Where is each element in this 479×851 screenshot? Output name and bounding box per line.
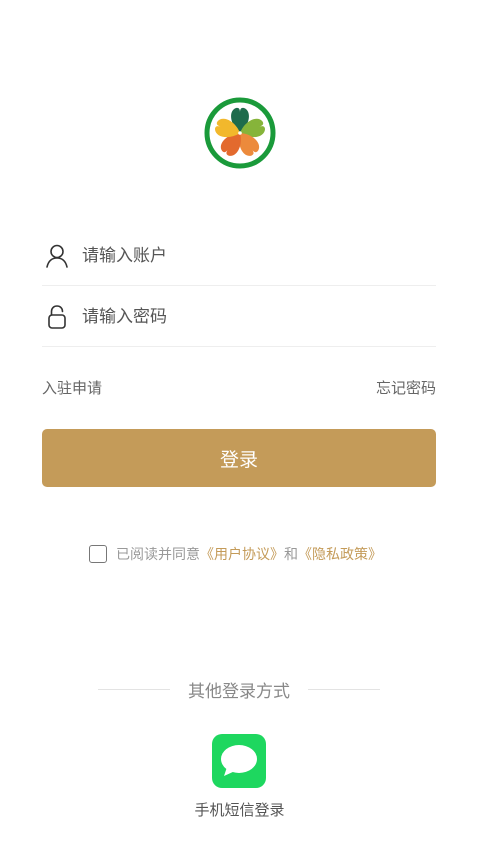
sms-login-button[interactable] [212, 734, 266, 788]
forgot-password-link[interactable]: 忘记密码 [376, 377, 436, 398]
account-input[interactable] [82, 226, 422, 285]
lock-icon [48, 304, 66, 329]
login-page: 入驻申请 忘记密码 登录 已阅读并同意 《用户协议》 和 《隐私政策》 其他登录… [0, 0, 479, 851]
login-button[interactable]: 登录 [42, 429, 436, 487]
divider-line-right [308, 688, 380, 690]
account-field [42, 226, 436, 286]
user-agreement-link[interactable]: 《用户协议》 [200, 544, 284, 564]
password-input[interactable] [82, 287, 422, 346]
agreement-conjunction: 和 [284, 547, 298, 563]
other-login-title: 其他登录方式 [188, 681, 290, 702]
apply-link[interactable]: 入驻申请 [42, 377, 102, 398]
user-icon [46, 244, 68, 268]
clover-logo-icon [204, 97, 276, 169]
divider-line-left [98, 688, 170, 690]
agreement-row: 已阅读并同意 《用户协议》 和 《隐私政策》 [89, 542, 382, 566]
form-links-row: 入驻申请 忘记密码 [42, 377, 436, 401]
other-login-divider: 其他登录方式 [98, 677, 380, 702]
agreement-checkbox[interactable] [89, 545, 107, 563]
password-field [42, 287, 436, 347]
sms-login-label[interactable]: 手机短信登录 [0, 799, 479, 820]
message-bubble-icon [221, 745, 257, 776]
agreement-prefix: 已阅读并同意 [116, 547, 200, 563]
privacy-policy-link[interactable]: 《隐私政策》 [298, 544, 382, 564]
